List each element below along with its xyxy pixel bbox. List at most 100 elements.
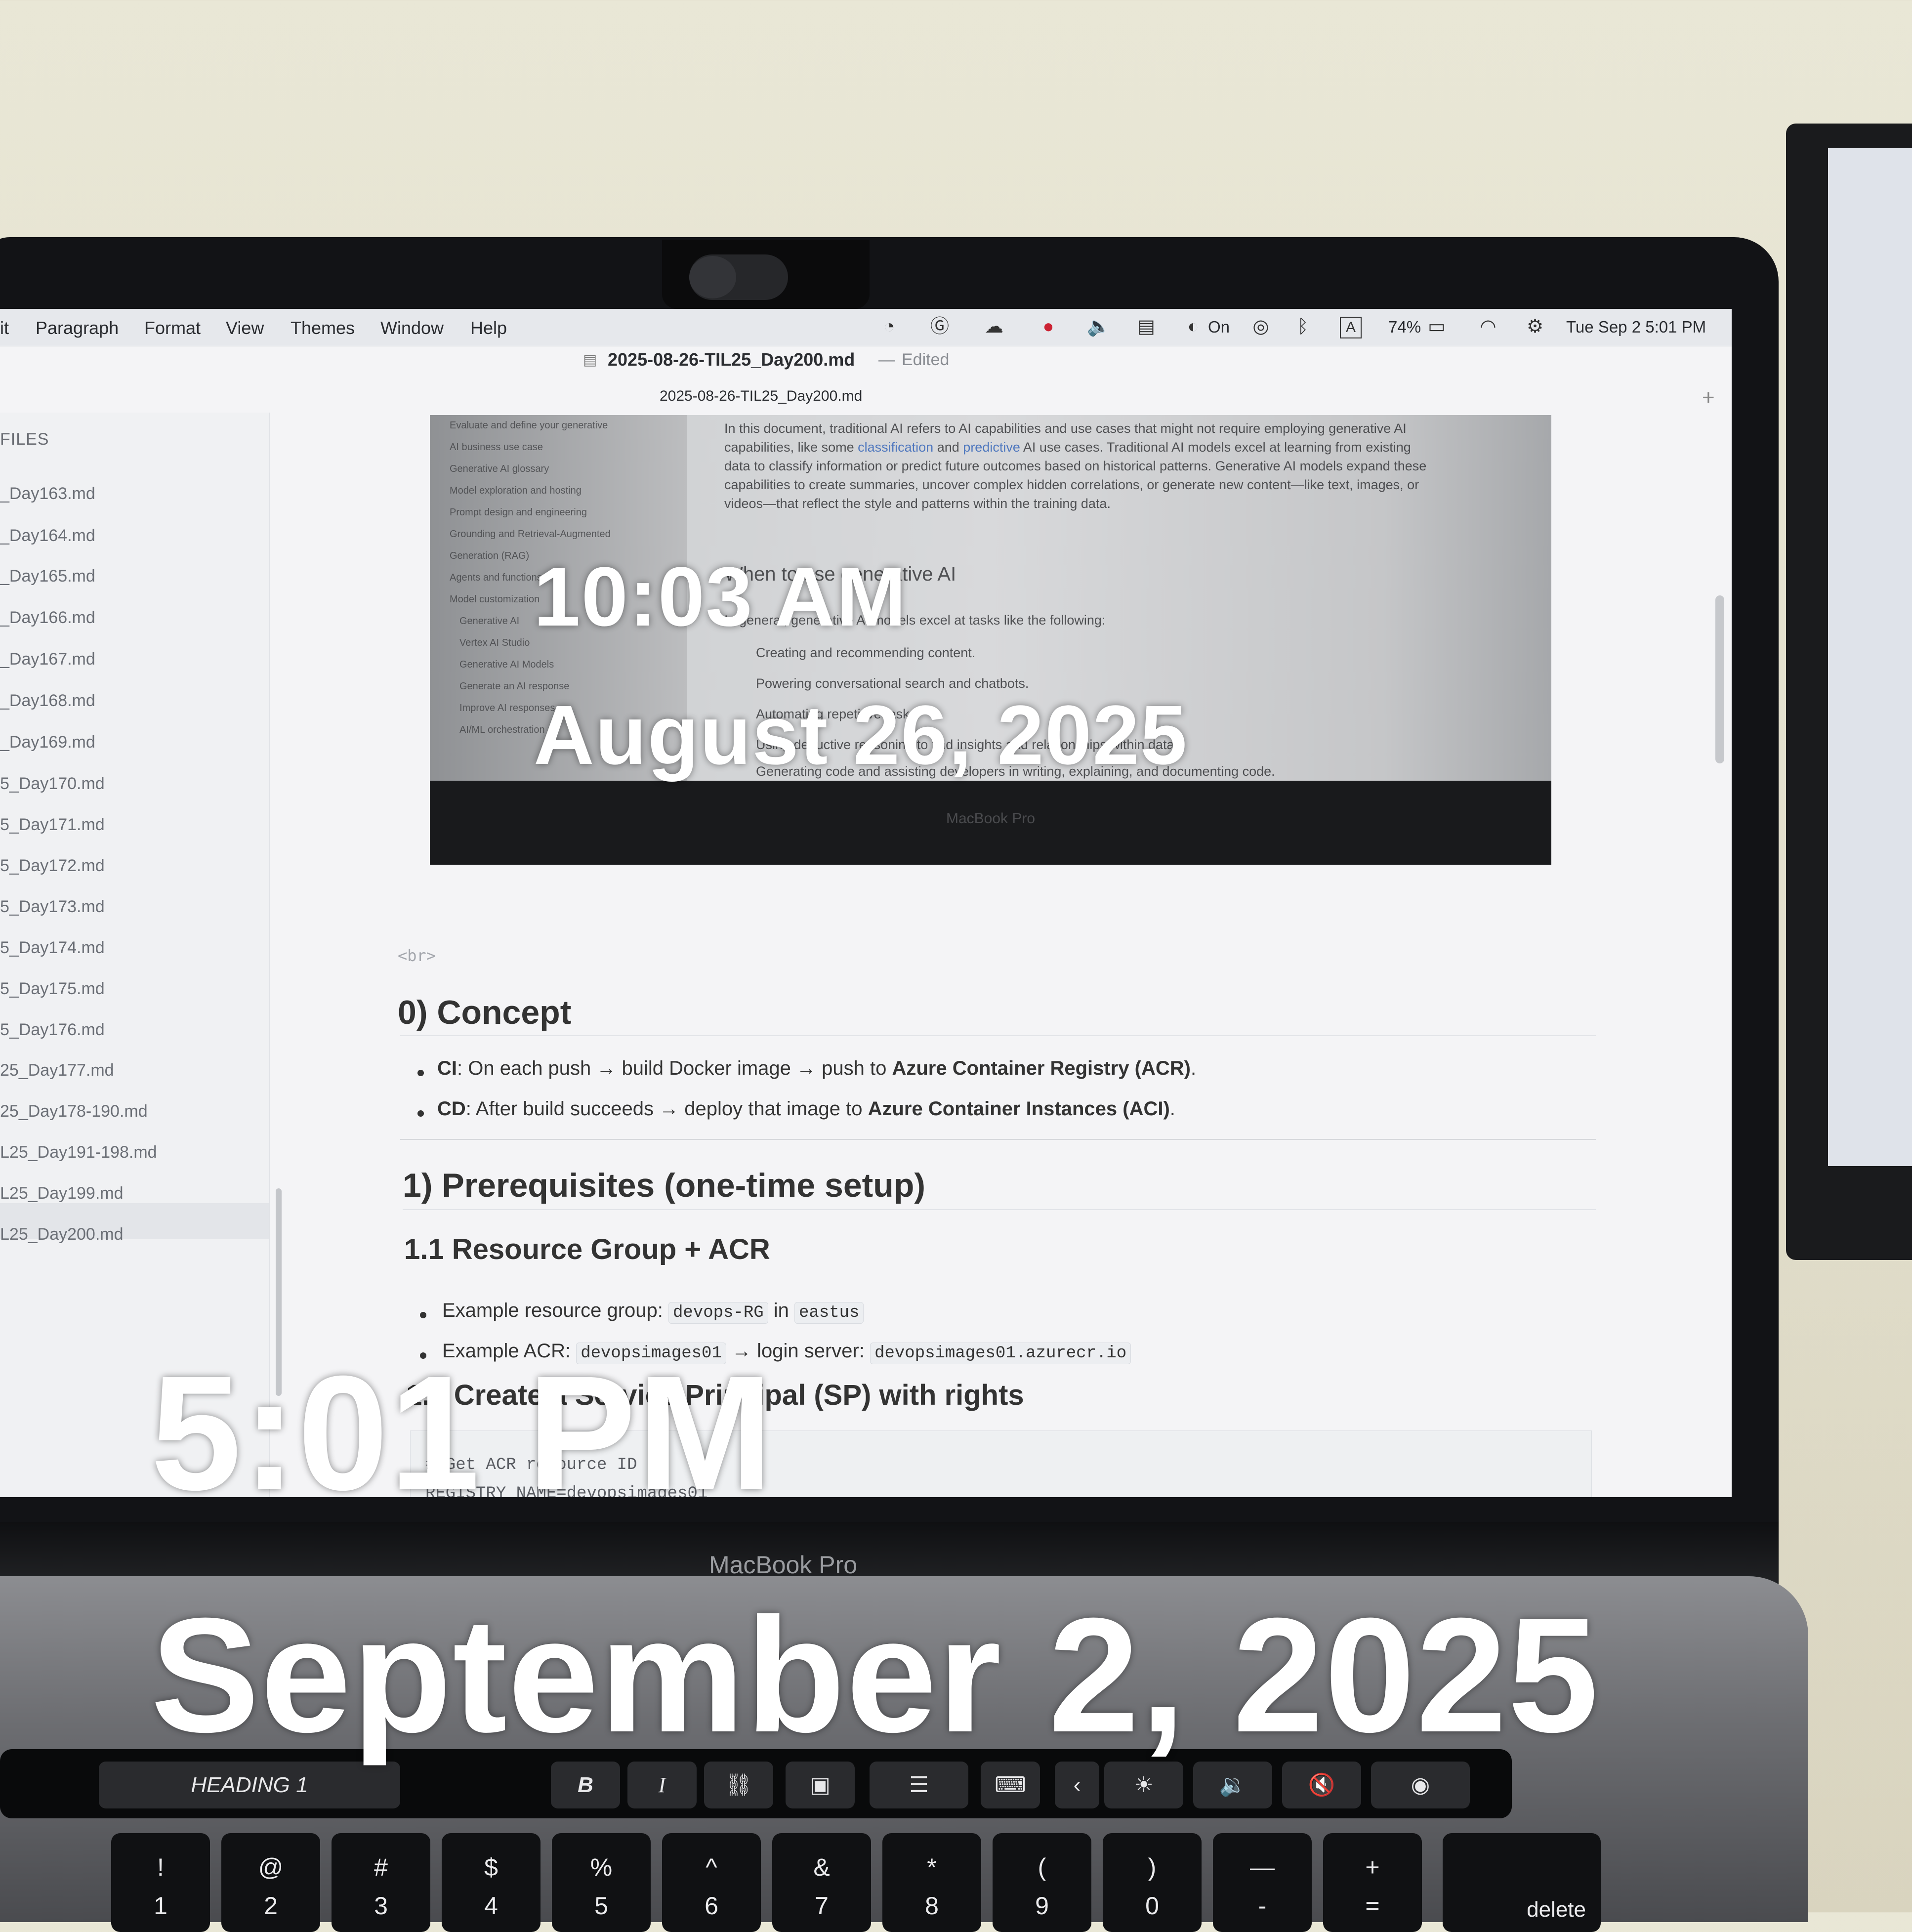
horizontal-rule <box>400 1139 1596 1140</box>
record-icon[interactable]: ● <box>1038 316 1059 337</box>
key-top-symbol: ^ <box>706 1853 717 1881</box>
delete-key[interactable]: delete <box>1443 1833 1601 1932</box>
sidebar-file-item[interactable]: _Day163.md <box>0 484 95 504</box>
key-top-symbol: ) <box>1148 1853 1157 1881</box>
key-bottom-symbol: 9 <box>1035 1892 1049 1920</box>
new-tab-button[interactable]: + <box>1702 385 1715 410</box>
sidebar-file-item[interactable]: L25_Day199.md <box>0 1184 124 1203</box>
code-resource-group: devops-RG <box>668 1302 768 1324</box>
key-bottom-symbol: 6 <box>705 1892 718 1920</box>
key-bottom-symbol: 4 <box>484 1892 498 1920</box>
sidebar-file-item[interactable]: 5_Day170.md <box>0 774 105 794</box>
br-tag-text: <br> <box>398 946 436 965</box>
photo-nav-item: Evaluate and define your generative <box>450 420 608 431</box>
keyboard-key[interactable]: % 5 <box>552 1833 651 1932</box>
focus-status: On <box>1208 318 1230 336</box>
keyboard-key[interactable]: ! 1 <box>111 1833 210 1932</box>
sidebar-file-item[interactable]: _Day165.md <box>0 567 95 586</box>
macbook-label: MacBook Pro <box>708 1551 858 1579</box>
key-top-symbol: * <box>927 1853 937 1881</box>
photo-para-line: capabilities, like some classification a… <box>724 440 1411 455</box>
menu-window[interactable]: Window <box>380 318 444 338</box>
sidebar-file-item[interactable]: 25_Day177.md <box>0 1061 114 1080</box>
menu-paragraph[interactable]: Paragraph <box>36 318 119 338</box>
volume-icon[interactable]: 🔈 <box>1087 316 1110 337</box>
photo-nav-item: Generative AI <box>459 616 520 627</box>
photo-para-line: data to classify information or predict … <box>724 459 1427 473</box>
battery-icon[interactable]: ▭ <box>1422 316 1452 337</box>
sidebar-file-item[interactable]: _Day168.md <box>0 691 95 711</box>
photo-overlay-date: August 26, 2025 <box>534 688 1188 782</box>
photo-nav-item: Generative AI glossary <box>450 463 549 474</box>
keyboard-key[interactable]: (9 <box>993 1833 1091 1932</box>
photo-nav-item: Generation (RAG) <box>450 550 530 561</box>
keyboard-key[interactable]: * 8 <box>882 1833 981 1932</box>
document-scrollbar[interactable] <box>1715 595 1724 763</box>
sidebar-file-item[interactable]: _Day166.md <box>0 608 95 628</box>
edited-status: Edited <box>902 350 950 369</box>
sidebar-file-item[interactable]: _Day169.md <box>0 733 95 752</box>
activity-icon[interactable]: ◔ <box>878 316 900 337</box>
bullet-dot <box>420 1312 426 1318</box>
menubar-clock[interactable]: Tue Sep 2 5:01 PM <box>1566 318 1706 336</box>
photo-nav-item: Vertex AI Studio <box>459 637 530 648</box>
input-source-icon[interactable]: A <box>1340 317 1362 338</box>
overlay-date: September 2, 2025 <box>151 1584 1600 1766</box>
sidebar-file-item[interactable]: L25_Day200.md <box>0 1225 124 1244</box>
menu-view[interactable]: View <box>226 318 264 338</box>
cloud-icon[interactable]: ☁ <box>983 316 1005 337</box>
key-top-symbol: & <box>813 1853 830 1881</box>
menu-help[interactable]: Help <box>470 318 507 338</box>
battery-percentage: 74% <box>1388 318 1421 336</box>
laptop-screen: it Paragraph Format View Themes Window H… <box>0 309 1732 1497</box>
keyboard-key[interactable]: & 7 <box>772 1833 871 1932</box>
photo-overlay-time: 10:03 AM <box>534 550 908 644</box>
sidebar-file-item[interactable]: 25_Day178-190.md <box>0 1102 148 1121</box>
title-separator: — <box>878 350 895 369</box>
tab-document[interactable]: 2025-08-26-TIL25_Day200.md <box>660 388 862 405</box>
grammarly-icon[interactable]: Ⓖ <box>929 316 951 337</box>
code-region: eastus <box>794 1302 864 1324</box>
control-center-icon[interactable]: ⚙ <box>1524 316 1546 337</box>
sidebar-file-item[interactable]: L25_Day191-198.md <box>0 1143 157 1162</box>
keyboard-key[interactable]: + = <box>1323 1833 1422 1932</box>
bluetooth-icon[interactable]: ᛒ <box>1292 316 1314 337</box>
photo-nav-item: Agents and functions <box>450 572 542 583</box>
sidebar-file-item[interactable]: 5_Day173.md <box>0 897 105 917</box>
sidebar-file-item[interactable]: _Day167.md <box>0 650 95 669</box>
photo-nav-item: Prompt design and engineering <box>450 507 587 518</box>
sidebar-file-item[interactable]: 5_Day175.md <box>0 979 105 999</box>
concept-bullet-ci: CI: On each push → build Docker image → … <box>437 1057 1197 1079</box>
resource-group-bullet: Example resource group: devops-RG in eas… <box>442 1300 864 1324</box>
photo-nav-item: Generative AI Models <box>459 659 554 670</box>
sidebar-file-item[interactable]: 5_Day172.md <box>0 856 105 876</box>
key-bottom-symbol: 2 <box>264 1892 278 1920</box>
key-top-symbol: — <box>1250 1853 1275 1881</box>
key-bottom-symbol: 8 <box>925 1892 939 1920</box>
keyboard-key[interactable]: #3 <box>332 1833 430 1932</box>
keyboard-key[interactable]: — - <box>1213 1833 1312 1932</box>
sidebar-file-item[interactable]: 5_Day171.md <box>0 815 105 835</box>
photo-nav-item: AI/ML orchestration <box>459 724 545 735</box>
key-bottom-symbol: 7 <box>815 1892 829 1920</box>
focus-icon[interactable]: ◐ <box>1182 316 1204 337</box>
wifi-icon[interactable]: ◠ <box>1477 316 1499 337</box>
menu-themes[interactable]: Themes <box>291 318 355 338</box>
keyboard-key[interactable]: @2 <box>221 1833 320 1932</box>
airdrop-icon[interactable]: ◎ <box>1250 316 1272 337</box>
key-bottom-symbol: 3 <box>374 1892 388 1920</box>
keyboard-key[interactable]: $4 <box>442 1833 540 1932</box>
photo-para-line: capabilities to create summaries, uncove… <box>724 477 1419 492</box>
calendar-icon[interactable]: ▤ <box>1135 316 1157 337</box>
sidebar-file-item[interactable]: _Day164.md <box>0 526 95 546</box>
sidebar-file-item[interactable]: 5_Day176.md <box>0 1020 105 1040</box>
sidebar-file-item[interactable]: 5_Day174.md <box>0 938 105 958</box>
menu-edit[interactable]: it <box>0 318 9 338</box>
photo-nav-item: Grounding and Retrieval-Augmented <box>450 529 611 540</box>
keyboard-key[interactable]: ) 0 <box>1103 1833 1202 1932</box>
key-bottom-symbol: 1 <box>154 1892 167 1920</box>
menu-format[interactable]: Format <box>144 318 201 338</box>
photo-nav-item: Model exploration and hosting <box>450 485 582 496</box>
key-top-symbol: $ <box>484 1853 498 1881</box>
keyboard-key[interactable]: ^ 6 <box>662 1833 761 1932</box>
